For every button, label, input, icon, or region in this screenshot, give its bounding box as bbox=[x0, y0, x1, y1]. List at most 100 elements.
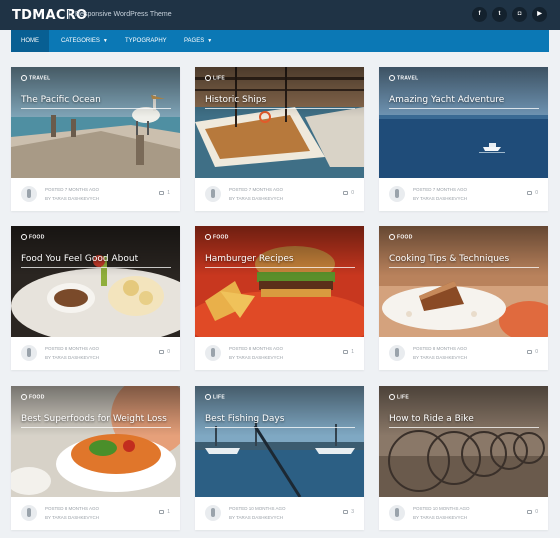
comment-count[interactable]: 0 bbox=[159, 349, 170, 355]
comment-count[interactable]: 0 bbox=[527, 349, 538, 355]
post-thumbnail[interactable]: LIFE Historic Ships bbox=[195, 67, 364, 178]
post-meta: POSTED 8 MONTHS AGO BY TARAS DASHKEVYCH … bbox=[379, 337, 548, 370]
post-card[interactable]: LIFE Best Fishing Days POSTED 10 MONTHS … bbox=[195, 386, 364, 530]
post-card[interactable]: LIFE Historic Ships POSTED 7 MONTHS AGO … bbox=[195, 67, 364, 211]
post-thumbnail[interactable]: FOOD Best Superfoods for Weight Loss bbox=[11, 386, 180, 497]
comment-count[interactable]: 1 bbox=[343, 349, 354, 355]
comment-count-value: 0 bbox=[351, 190, 354, 196]
comment-count-value: 1 bbox=[167, 190, 170, 196]
post-meta: POSTED 10 MONTHS AGO BY TARAS DASHKEVYCH… bbox=[195, 497, 364, 530]
post-thumbnail[interactable]: FOOD Hamburger Recipes bbox=[195, 226, 364, 337]
author-avatar[interactable] bbox=[21, 186, 37, 202]
post-category[interactable]: LIFE bbox=[389, 394, 409, 400]
post-title[interactable]: Food You Feel Good About bbox=[21, 254, 138, 264]
nav-item-typography[interactable]: TYPOGRAPHY bbox=[115, 30, 177, 52]
post-thumbnail[interactable]: FOOD Cooking Tips & Techniques bbox=[379, 226, 548, 337]
post-category-label: LIFE bbox=[213, 75, 226, 82]
post-author[interactable]: BY TARAS DASHKEVYCH bbox=[45, 196, 99, 201]
post-date: POSTED 8 MONTHS AGO bbox=[229, 346, 284, 351]
facebook-icon[interactable]: f bbox=[472, 7, 487, 22]
category-icon bbox=[389, 75, 395, 81]
post-author[interactable]: BY TARAS DASHKEVYCH bbox=[45, 515, 99, 520]
post-author[interactable]: BY TARAS DASHKEVYCH bbox=[229, 355, 283, 360]
comment-count-value: 1 bbox=[167, 509, 170, 515]
post-card[interactable]: FOOD Cooking Tips & Techniques POSTED 8 … bbox=[379, 226, 548, 370]
post-title[interactable]: Best Superfoods for Weight Loss bbox=[21, 414, 167, 424]
nav-label: PAGES bbox=[184, 38, 205, 44]
post-meta: POSTED 7 MONTHS AGO BY TARAS DASHKEVYCH … bbox=[195, 178, 364, 211]
comment-count[interactable]: 0 bbox=[343, 190, 354, 196]
post-title[interactable]: Cooking Tips & Techniques bbox=[389, 254, 509, 264]
author-avatar[interactable] bbox=[205, 505, 221, 521]
comment-count[interactable]: 0 bbox=[527, 190, 538, 196]
post-thumbnail[interactable]: TRAVEL The Pacific Ocean bbox=[11, 67, 180, 178]
comment-count[interactable]: 1 bbox=[159, 190, 170, 196]
comment-count-value: 0 bbox=[167, 349, 170, 355]
title-divider bbox=[205, 267, 355, 268]
post-meta: POSTED 8 MONTHS AGO BY TARAS DASHKEVYCH … bbox=[11, 337, 180, 370]
author-avatar[interactable] bbox=[389, 505, 405, 521]
title-divider bbox=[205, 108, 355, 109]
post-title[interactable]: Hamburger Recipes bbox=[205, 254, 294, 264]
author-avatar[interactable] bbox=[21, 505, 37, 521]
post-date: POSTED 7 MONTHS AGO bbox=[45, 187, 100, 192]
nav-item-pages[interactable]: PAGES ▼ bbox=[174, 30, 222, 52]
category-icon bbox=[21, 75, 27, 81]
post-card[interactable]: TRAVEL Amazing Yacht Adventure POSTED 7 … bbox=[379, 67, 548, 211]
category-icon bbox=[389, 234, 395, 240]
post-card[interactable]: FOOD Hamburger Recipes POSTED 8 MONTHS A… bbox=[195, 226, 364, 370]
comment-count[interactable]: 3 bbox=[343, 509, 354, 515]
post-card[interactable]: FOOD Food You Feel Good About POSTED 8 M… bbox=[11, 226, 180, 370]
post-meta: POSTED 7 MONTHS AGO BY TARAS DASHKEVYCH … bbox=[379, 178, 548, 211]
post-thumbnail[interactable]: LIFE Best Fishing Days bbox=[195, 386, 364, 497]
post-author[interactable]: BY TARAS DASHKEVYCH bbox=[229, 196, 283, 201]
post-title[interactable]: Best Fishing Days bbox=[205, 414, 284, 424]
post-thumbnail[interactable]: LIFE How to Ride a Bike bbox=[379, 386, 548, 497]
category-icon bbox=[205, 75, 211, 81]
post-author[interactable]: BY TARAS DASHKEVYCH bbox=[45, 355, 99, 360]
post-category[interactable]: LIFE bbox=[205, 394, 225, 400]
post-author[interactable]: BY TARAS DASHKEVYCH bbox=[413, 355, 467, 360]
author-avatar[interactable] bbox=[205, 345, 221, 361]
post-author[interactable]: BY TARAS DASHKEVYCH bbox=[229, 515, 283, 520]
twitter-icon[interactable]: t bbox=[492, 7, 507, 22]
post-category[interactable]: FOOD bbox=[21, 394, 45, 400]
comment-icon bbox=[159, 349, 165, 354]
post-card[interactable]: FOOD Best Superfoods for Weight Loss POS… bbox=[11, 386, 180, 530]
post-category[interactable]: LIFE bbox=[205, 75, 225, 81]
post-title[interactable]: How to Ride a Bike bbox=[389, 414, 474, 424]
post-author[interactable]: BY TARAS DASHKEVYCH bbox=[413, 515, 467, 520]
post-title[interactable]: Historic Ships bbox=[205, 95, 266, 105]
post-thumbnail[interactable]: TRAVEL Amazing Yacht Adventure bbox=[379, 67, 548, 178]
author-avatar[interactable] bbox=[205, 186, 221, 202]
youtube-icon[interactable]: ▶ bbox=[532, 7, 547, 22]
instagram-icon[interactable]: ◘ bbox=[512, 7, 527, 22]
nav-item-categories[interactable]: CATEGORIES ▼ bbox=[51, 30, 118, 52]
post-category[interactable]: FOOD bbox=[21, 234, 45, 240]
author-avatar[interactable] bbox=[21, 345, 37, 361]
main-nav: HOME CATEGORIES ▼ TYPOGRAPHY PAGES ▼ bbox=[11, 30, 549, 52]
post-category[interactable]: FOOD bbox=[389, 234, 413, 240]
post-title[interactable]: Amazing Yacht Adventure bbox=[389, 95, 504, 105]
comment-count-value: 1 bbox=[351, 349, 354, 355]
post-card[interactable]: LIFE How to Ride a Bike POSTED 10 MONTHS… bbox=[379, 386, 548, 530]
post-category-label: FOOD bbox=[29, 394, 45, 401]
author-avatar[interactable] bbox=[389, 186, 405, 202]
title-divider bbox=[21, 267, 171, 268]
post-title[interactable]: The Pacific Ocean bbox=[21, 95, 101, 105]
post-category[interactable]: FOOD bbox=[205, 234, 229, 240]
nav-item-home[interactable]: HOME bbox=[11, 30, 49, 52]
comment-count[interactable]: 1 bbox=[159, 509, 170, 515]
comment-icon bbox=[527, 190, 533, 195]
post-meta: POSTED 10 MONTHS AGO BY TARAS DASHKEVYCH… bbox=[379, 497, 548, 530]
post-category[interactable]: TRAVEL bbox=[21, 75, 50, 81]
post-card[interactable]: TRAVEL The Pacific Ocean POSTED 7 MONTHS… bbox=[11, 67, 180, 211]
post-thumbnail[interactable]: FOOD Food You Feel Good About bbox=[11, 226, 180, 337]
post-category-label: FOOD bbox=[397, 234, 413, 241]
post-category[interactable]: TRAVEL bbox=[389, 75, 418, 81]
comment-count[interactable]: 0 bbox=[527, 509, 538, 515]
site-header: TDMACRO Responsive WordPress Theme f t ◘… bbox=[0, 0, 560, 30]
post-author[interactable]: BY TARAS DASHKEVYCH bbox=[413, 196, 467, 201]
title-divider bbox=[205, 427, 355, 428]
author-avatar[interactable] bbox=[389, 345, 405, 361]
